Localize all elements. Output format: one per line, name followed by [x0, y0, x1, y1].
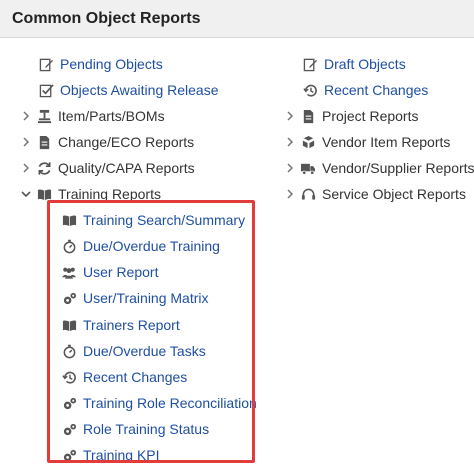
- report-link-recent-changes[interactable]: Recent Changes: [302, 79, 428, 101]
- folder-label[interactable]: Service Object Reports: [322, 186, 466, 202]
- report-link-pending-objects[interactable]: Pending Objects: [38, 53, 163, 75]
- chevron-right-icon[interactable]: [282, 134, 298, 150]
- folder-item-parts-boms[interactable]: Item/Parts/BOMs: [18, 105, 165, 127]
- parts-icon: [36, 108, 52, 124]
- report-link-draft-objects[interactable]: Draft Objects: [302, 53, 406, 75]
- chevron-right-icon[interactable]: [282, 160, 298, 176]
- folder-label[interactable]: Vendor/Supplier Reports: [322, 160, 474, 176]
- chevron-right-icon[interactable]: [18, 134, 34, 150]
- folder-label[interactable]: Item/Parts/BOMs: [58, 108, 165, 124]
- folder-project-reports[interactable]: Project Reports: [282, 105, 418, 127]
- common-object-reports-panel: Common Object Reports Pending Objects Ob…: [0, 0, 474, 467]
- refresh-icon: [36, 160, 52, 176]
- report-link-label[interactable]: Recent Changes: [324, 82, 428, 98]
- document-icon: [300, 108, 316, 124]
- folder-label[interactable]: Project Reports: [322, 108, 418, 124]
- panel-header: Common Object Reports: [0, 0, 474, 38]
- highlight-box: [47, 200, 255, 463]
- folder-service-object-reports[interactable]: Service Object Reports: [282, 183, 466, 205]
- chevron-right-icon[interactable]: [282, 186, 298, 202]
- cubes-icon: [300, 134, 316, 150]
- checkmark-document-icon: [38, 82, 54, 98]
- panel-title: Common Object Reports: [12, 10, 201, 27]
- edit-document-icon: [302, 56, 318, 72]
- folder-label[interactable]: Quality/CAPA Reports: [58, 160, 195, 176]
- document-icon: [36, 134, 52, 150]
- folder-vendor-item-reports[interactable]: Vendor Item Reports: [282, 131, 450, 153]
- edit-document-icon: [38, 56, 54, 72]
- report-link-objects-awaiting-release[interactable]: Objects Awaiting Release: [38, 79, 219, 101]
- report-link-label[interactable]: Pending Objects: [60, 56, 163, 72]
- chevron-right-icon[interactable]: [18, 108, 34, 124]
- chevron-right-icon[interactable]: [282, 108, 298, 124]
- history-icon: [302, 82, 318, 98]
- folder-quality-capa-reports[interactable]: Quality/CAPA Reports: [18, 157, 195, 179]
- headset-icon: [300, 186, 316, 202]
- folder-vendor-supplier-reports[interactable]: Vendor/Supplier Reports: [282, 157, 474, 179]
- chevron-right-icon[interactable]: [18, 160, 34, 176]
- truck-icon: [300, 160, 316, 176]
- report-link-label[interactable]: Draft Objects: [324, 56, 406, 72]
- chevron-down-icon[interactable]: [18, 186, 34, 202]
- report-link-label[interactable]: Objects Awaiting Release: [60, 82, 219, 98]
- folder-label[interactable]: Vendor Item Reports: [322, 134, 450, 150]
- folder-change-eco-reports[interactable]: Change/ECO Reports: [18, 131, 194, 153]
- folder-label[interactable]: Change/ECO Reports: [58, 134, 194, 150]
